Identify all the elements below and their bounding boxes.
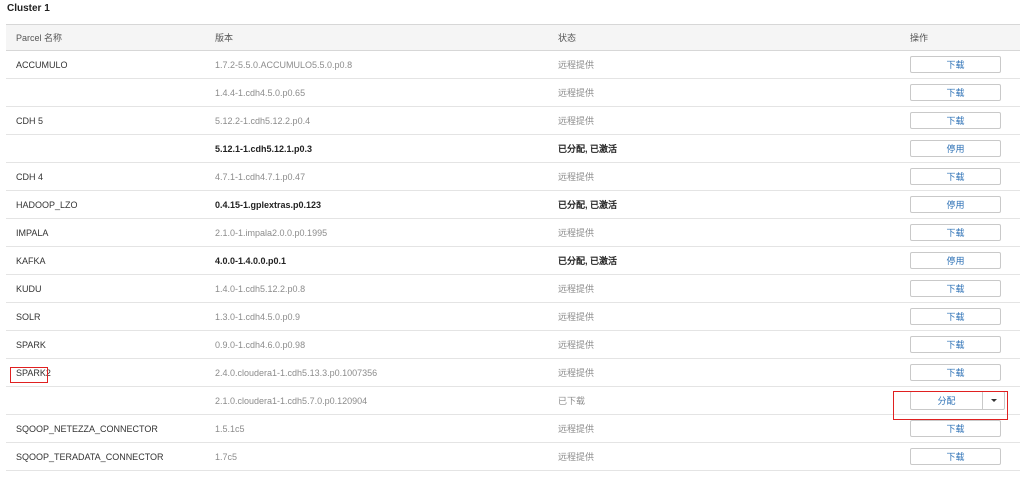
parcel-version: 5.12.1-1.cdh5.12.1.p0.3 [215, 143, 313, 154]
table-row: SPARK2 2.4.0.cloudera1-1.cdh5.13.3.p0.100… [6, 359, 1020, 387]
parcel-status: 远程提供 [558, 116, 595, 126]
table-row: 1.4.4-1.cdh4.5.0.p0.65 远程提供 下载 [6, 79, 1020, 107]
download-button[interactable]: 下载 [910, 112, 1001, 129]
parcel-status: 远程提供 [558, 172, 595, 182]
download-button[interactable]: 下载 [910, 280, 1001, 297]
parcel-name: SQOOP_TERADATA_CONNECTOR [16, 451, 164, 462]
parcel-action-cell: 下载 [910, 107, 1001, 134]
parcel-action-cell: 下载 [910, 443, 1001, 470]
table-row: SQOOP_NETEZZA_CONNECTOR 1.5.1c5 远程提供 下载 [6, 415, 1020, 443]
parcel-action-cell: 下载 [910, 219, 1001, 246]
parcel-version: 0.9.0-1.cdh4.6.0.p0.98 [215, 339, 306, 350]
table-row: 2.1.0.cloudera1-1.cdh5.7.0.p0.120904 已下载分… [6, 387, 1020, 415]
table-row: IMPALA 2.1.0-1.impala2.0.0.p0.1995 远程提供 下载 [6, 219, 1020, 247]
parcel-action-cell: 停用 [910, 135, 1001, 162]
parcel-status: 远程提供 [558, 452, 595, 462]
download-button[interactable]: 下载 [910, 448, 1001, 465]
highlight-spark2-name [10, 367, 48, 383]
parcel-version: 2.4.0.cloudera1-1.cdh5.13.3.p0.1007356 [215, 367, 378, 378]
download-button[interactable]: 下载 [910, 84, 1001, 101]
download-button[interactable]: 下载 [910, 336, 1001, 353]
parcel-version: 2.1.0-1.impala2.0.0.p0.1995 [215, 227, 328, 238]
header-status: 状态 [558, 33, 577, 43]
parcel-version: 1.7c5 [215, 451, 238, 462]
table-row: 5.12.1-1.cdh5.12.1.p0.3 已分配, 已激活 停用 [6, 135, 1020, 163]
parcel-version: 1.4.4-1.cdh4.5.0.p0.65 [215, 87, 306, 98]
parcel-version: 1.7.2-5.5.0.ACCUMULO5.5.0.p0.8 [215, 59, 353, 70]
parcel-action-cell: 下载 [910, 79, 1001, 106]
header-parcel-name: Parcel 名称 [16, 33, 63, 43]
download-button[interactable]: 下载 [910, 420, 1001, 437]
table-row: KUDU 1.4.0-1.cdh5.12.2.p0.8 远程提供 下载 [6, 275, 1020, 303]
parcel-name: SOLR [16, 311, 41, 322]
parcel-action-cell: 停用 [910, 247, 1001, 274]
deactivate-button[interactable]: 停用 [910, 196, 1001, 213]
parcel-status: 远程提供 [558, 340, 595, 350]
parcel-action-cell: 下载 [910, 359, 1001, 386]
table-row: CDH 4 4.7.1-1.cdh4.7.1.p0.47 远程提供 下载 [6, 163, 1020, 191]
parcel-name: CDH 4 [16, 171, 44, 182]
header-action: 操作 [910, 33, 929, 43]
parcel-status: 已分配, 已激活 [558, 144, 618, 154]
parcel-version: 4.0.0-1.4.0.0.p0.1 [215, 255, 287, 266]
download-button[interactable]: 下载 [910, 224, 1001, 241]
parcel-name: HADOOP_LZO [16, 199, 78, 210]
table-row: SQOOP_TERADATA_CONNECTOR 1.7c5 远程提供 下载 [6, 443, 1020, 471]
cluster-title: Cluster 1 [7, 3, 50, 14]
deactivate-button[interactable]: 停用 [910, 140, 1001, 157]
parcel-table: Parcel 名称 版本 状态 操作 ACCUMULO 1.7.2-5.5.0.A… [6, 24, 1020, 471]
parcel-status: 远程提供 [558, 312, 595, 322]
parcel-name: SPARK [16, 339, 46, 350]
table-row: CDH 5 5.12.2-1.cdh5.12.2.p0.4 远程提供 下载 [6, 107, 1020, 135]
parcel-version: 0.4.15-1.gplextras.p0.123 [215, 199, 322, 210]
parcel-status: 远程提供 [558, 424, 595, 434]
parcel-status: 远程提供 [558, 368, 595, 378]
parcel-status: 远程提供 [558, 228, 595, 238]
parcel-action-cell: 停用 [910, 191, 1001, 218]
parcel-name: IMPALA [16, 227, 49, 238]
parcel-action-cell: 下载 [910, 51, 1001, 78]
parcel-name: KAFKA [16, 255, 46, 266]
parcel-version: 4.7.1-1.cdh4.7.1.p0.47 [215, 171, 306, 182]
parcel-status: 已下载 [558, 396, 586, 406]
table-row: ACCUMULO 1.7.2-5.5.0.ACCUMULO5.5.0.p0.8 远程… [6, 51, 1020, 79]
parcel-name: CDH 5 [16, 115, 44, 126]
parcel-name: ACCUMULO [16, 59, 68, 70]
download-button[interactable]: 下载 [910, 308, 1001, 325]
download-button[interactable]: 下载 [910, 168, 1001, 185]
parcel-status: 远程提供 [558, 60, 595, 70]
table-row: KAFKA 4.0.0-1.4.0.0.p0.1 已分配, 已激活 停用 [6, 247, 1020, 275]
parcel-version: 2.1.0.cloudera1-1.cdh5.7.0.p0.120904 [215, 395, 368, 406]
table-row: SOLR 1.3.0-1.cdh4.5.0.p0.9 远程提供 下载 [6, 303, 1020, 331]
parcel-action-cell: 下载 [910, 331, 1001, 358]
parcel-version: 1.5.1c5 [215, 423, 245, 434]
parcel-action-cell: 下载 [910, 163, 1001, 190]
parcel-name: SQOOP_NETEZZA_CONNECTOR [16, 423, 158, 434]
parcel-version: 5.12.2-1.cdh5.12.2.p0.4 [215, 115, 311, 126]
parcel-status: 远程提供 [558, 284, 595, 294]
highlight-distribute-button [893, 391, 1008, 420]
deactivate-button[interactable]: 停用 [910, 252, 1001, 269]
download-button[interactable]: 下载 [910, 364, 1001, 381]
parcel-version: 1.3.0-1.cdh4.5.0.p0.9 [215, 311, 301, 322]
parcel-status: 已分配, 已激活 [558, 200, 618, 210]
parcel-status: 远程提供 [558, 88, 595, 98]
parcel-action-cell: 下载 [910, 303, 1001, 330]
parcel-name: KUDU [16, 283, 42, 294]
table-row: SPARK 0.9.0-1.cdh4.6.0.p0.98 远程提供 下载 [6, 331, 1020, 359]
table-row: HADOOP_LZO 0.4.15-1.gplextras.p0.123 已分配, … [6, 191, 1020, 219]
download-button[interactable]: 下载 [910, 56, 1001, 73]
header-version: 版本 [215, 33, 234, 43]
table-header: Parcel 名称 版本 状态 操作 [6, 25, 1020, 51]
parcel-action-cell: 下载 [910, 275, 1001, 302]
parcel-version: 1.4.0-1.cdh5.12.2.p0.8 [215, 283, 306, 294]
parcel-status: 已分配, 已激活 [558, 256, 618, 266]
